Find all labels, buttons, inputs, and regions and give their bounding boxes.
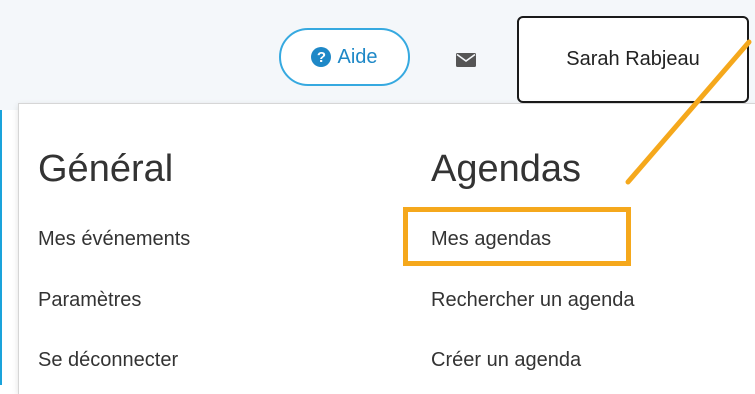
general-section-title: Général <box>38 148 174 190</box>
help-button-label: Aide <box>337 45 378 68</box>
question-circle-icon: ? <box>311 47 332 67</box>
user-name: Sarah Rabjeau <box>566 48 700 70</box>
help-button[interactable]: ? Aide <box>279 28 410 86</box>
menu-item-mes-evenements[interactable]: Mes événements <box>38 228 190 251</box>
menu-item-parametres[interactable]: Paramètres <box>38 289 141 312</box>
menu-item-se-deconnecter[interactable]: Se déconnecter <box>38 349 178 372</box>
agendas-section-title: Agendas <box>431 148 582 190</box>
menu-item-rechercher-un-agenda[interactable]: Rechercher un agenda <box>431 289 634 312</box>
menu-item-creer-un-agenda[interactable]: Créer un agenda <box>431 349 581 372</box>
user-dropdown-menu: Général Mes événements Paramètres Se déc… <box>18 103 755 394</box>
envelope-icon[interactable] <box>456 53 476 67</box>
user-menu-button[interactable]: Sarah Rabjeau <box>517 16 749 103</box>
highlight-box-mes-agendas <box>403 207 631 266</box>
top-navigation-bar: ? Aide Sarah Rabjeau <box>0 0 755 110</box>
